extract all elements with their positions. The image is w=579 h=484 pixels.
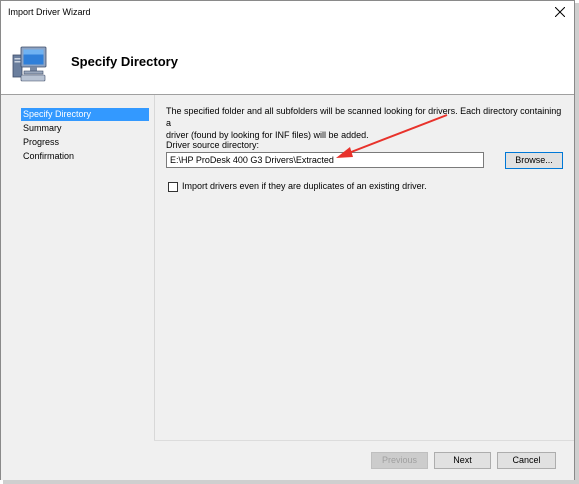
import-duplicates-checkbox[interactable] xyxy=(168,182,178,192)
next-button[interactable]: Next xyxy=(434,452,491,469)
title-bar[interactable]: Import Driver Wizard xyxy=(1,1,574,23)
import-driver-wizard-window: Import Driver Wizard Specify Directory S… xyxy=(0,0,575,480)
window-shadow-bottom xyxy=(3,480,579,484)
description-text: The specified folder and all subfolders … xyxy=(166,105,566,141)
step-specify-directory[interactable]: Specify Directory xyxy=(21,108,149,121)
browse-button[interactable]: Browse... xyxy=(505,152,563,169)
cancel-button[interactable]: Cancel xyxy=(497,452,556,469)
wizard-header: Specify Directory xyxy=(1,23,574,95)
step-content-panel: The specified folder and all subfolders … xyxy=(154,95,574,440)
footer-divider xyxy=(154,440,574,441)
window-shadow-right xyxy=(575,3,579,483)
page-title: Specify Directory xyxy=(71,54,178,69)
close-icon xyxy=(555,7,565,17)
step-progress[interactable]: Progress xyxy=(21,136,149,149)
driver-source-label: Driver source directory: xyxy=(166,140,260,150)
step-summary[interactable]: Summary xyxy=(21,122,149,135)
wizard-step-list: Specify Directory Summary Progress Confi… xyxy=(21,108,149,164)
wizard-body: Specify Directory Summary Progress Confi… xyxy=(1,95,574,480)
previous-button[interactable]: Previous xyxy=(371,452,428,469)
step-confirmation[interactable]: Confirmation xyxy=(21,150,149,163)
computer-icon xyxy=(12,46,47,82)
driver-source-input[interactable]: E:\HP ProDesk 400 G3 Drivers\Extracted xyxy=(166,152,484,168)
window-title: Import Driver Wizard xyxy=(8,7,91,17)
import-duplicates-label[interactable]: Import drivers even if they are duplicat… xyxy=(182,181,427,191)
description-line-1: The specified folder and all subfolders … xyxy=(166,106,562,128)
close-button[interactable] xyxy=(546,1,574,23)
